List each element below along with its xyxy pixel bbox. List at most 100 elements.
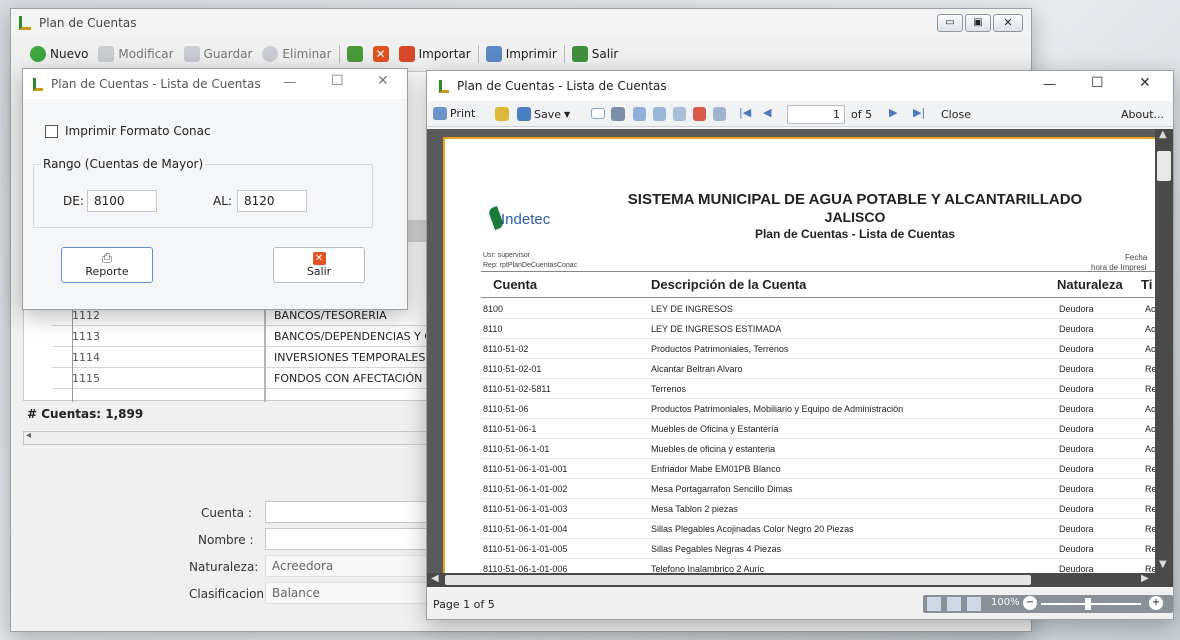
naturaleza-label: Naturaleza: — [189, 560, 259, 574]
report-cell-descripcion: Mesa Portagarrafon Sencillo Dimas — [651, 484, 793, 494]
first-page-button[interactable]: |◀ — [739, 106, 751, 119]
report-row: 8100 LEY DE INGRESOS Deudora Ac — [445, 299, 1155, 319]
report-canvas: Indetec SISTEMA MUNICIPAL DE AGUA POTABL… — [427, 129, 1155, 573]
export-icon[interactable] — [713, 107, 726, 121]
view-mode-buttons: 100% − + — [923, 595, 1173, 613]
report-vertical-scrollbar[interactable]: ▲ ▼ — [1155, 129, 1173, 573]
cuenta-field[interactable] — [265, 501, 445, 523]
find-icon[interactable] — [611, 107, 625, 121]
report-cell-descripcion: Alcantar Beltran Alvaro — [651, 364, 743, 374]
save-icon — [517, 107, 531, 121]
salir-dialog-button[interactable]: ✕ Salir — [273, 247, 365, 283]
nuevo-button[interactable]: Nuevo — [27, 43, 91, 65]
viewer-status-bar: Page 1 of 5 100% − + — [427, 589, 1173, 619]
app-icon — [439, 80, 449, 93]
viewer-title: Plan de Cuentas - Lista de Cuentas — [457, 79, 667, 93]
last-page-button[interactable]: ▶| — [913, 106, 925, 119]
page-number-input[interactable]: 1 — [787, 105, 845, 124]
one-page-view-icon[interactable] — [927, 597, 941, 611]
eliminar-button[interactable]: Eliminar — [259, 43, 334, 65]
conac-checkbox[interactable] — [45, 125, 58, 138]
report-date-label: Fecha — [1125, 253, 1148, 262]
open-folder-icon[interactable] — [495, 107, 509, 121]
maximize-button[interactable]: ☐ — [1091, 75, 1104, 91]
clasificacion-field[interactable]: Balance — [265, 582, 445, 604]
scroll-left-arrow[interactable]: ◂ — [26, 430, 31, 441]
report-row: 8110-51-02-01 Alcantar Beltran Alvaro Deud… — [445, 359, 1155, 379]
report-row: 8110-51-06-1-01-006 Telefono Inalambrico … — [445, 559, 1155, 573]
salir-button[interactable]: Salir — [569, 43, 622, 65]
zoom-out-button[interactable]: − — [1023, 596, 1037, 610]
report-row: 8110-51-06-1-01-003 Mesa Tablon 2 piezas D… — [445, 499, 1155, 519]
nombre-field[interactable] — [265, 528, 445, 550]
accounts-count: # Cuentas: 1,899 — [27, 407, 144, 421]
save-button[interactable]: Save ▼ — [517, 107, 570, 121]
report-row: 8110-51-06-1 Muebles de Oficina y Estante… — [445, 419, 1155, 439]
scroll-down-arrow[interactable]: ▼ — [1159, 559, 1167, 570]
export-excel-button[interactable] — [344, 43, 366, 65]
report-cell-descripcion: Muebles de oficina y estanteria — [651, 444, 776, 454]
email-icon[interactable] — [591, 108, 605, 119]
minimize-button[interactable]: — — [283, 75, 296, 90]
report-user: Usr: supervisor — [483, 252, 531, 259]
report-cell-cuenta: 8110-51-06-1-01-004 — [483, 524, 568, 534]
importar-button[interactable]: Importar — [396, 43, 474, 65]
cancel-x-button[interactable]: ✕ — [370, 43, 392, 65]
toc-icon[interactable] — [633, 107, 646, 121]
column-divider — [264, 306, 266, 402]
al-field[interactable]: 8120 — [237, 190, 307, 212]
scroll-thumb[interactable] — [445, 575, 1031, 585]
report-row: 8110-51-02 Productos Patrimoniales, Terre… — [445, 339, 1155, 359]
report-cell-naturaleza: Deudora — [1059, 344, 1094, 354]
close-button[interactable]: ✕ — [1139, 75, 1151, 91]
scroll-thumb[interactable] — [1157, 151, 1171, 181]
report-cell-cuenta: 8110-51-06 — [483, 404, 529, 414]
dialog-title-bar: Plan de Cuentas - Lista de Cuentas — ☐ ✕ — [23, 69, 407, 99]
report-cell-naturaleza: Deudora — [1059, 424, 1094, 434]
scroll-left-arrow[interactable]: ◀ — [431, 573, 439, 584]
edit-icon — [98, 46, 115, 62]
about-button[interactable]: About... — [1121, 108, 1164, 121]
report-cell-descripcion: LEY DE INGRESOS ESTIMADA — [651, 324, 782, 334]
close-button[interactable]: ✕ — [993, 14, 1023, 32]
guardar-button[interactable]: Guardar — [181, 43, 256, 65]
col-header-cuenta: Cuenta — [493, 277, 538, 292]
two-page-view-icon[interactable] — [947, 597, 961, 611]
next-page-button[interactable]: ▶ — [889, 106, 897, 119]
maximize-button[interactable]: ▣ — [965, 14, 991, 32]
report-horizontal-scrollbar[interactable]: ◀ ▶ — [427, 573, 1173, 587]
continuous-view-icon[interactable] — [967, 597, 981, 611]
zoom-level: 100% — [991, 597, 1020, 608]
maximize-button[interactable]: ☐ — [331, 73, 344, 89]
delete-icon — [262, 46, 279, 62]
reporte-button[interactable]: ⎙ Reporte — [61, 247, 153, 283]
zoom-in-button[interactable]: + — [1149, 596, 1163, 610]
scroll-right-arrow[interactable]: ▶ — [1141, 573, 1149, 584]
cancel-render-icon[interactable] — [693, 107, 706, 121]
naturaleza-field[interactable]: Acreedora — [265, 555, 445, 577]
minimize-button[interactable]: — — [1043, 77, 1056, 92]
page-setup-icon[interactable] — [653, 107, 666, 121]
indetec-logo: Indetec — [501, 211, 551, 228]
range-group-label: Rango (Cuentas de Mayor) — [41, 157, 206, 171]
grid-cell-desc: BANCOS/TESORERIA — [274, 309, 387, 322]
copy-icon[interactable] — [673, 107, 686, 121]
imprimir-button[interactable]: Imprimir — [483, 43, 560, 65]
zoom-slider-thumb[interactable] — [1085, 598, 1091, 610]
report-cell-descripcion: Productos Patrimoniales, Mobiliario y Eq… — [651, 404, 904, 414]
report-cell-naturaleza: Deudora — [1059, 304, 1094, 314]
print-button[interactable]: Print — [433, 107, 475, 120]
scroll-up-arrow[interactable]: ▲ — [1159, 129, 1167, 140]
zoom-slider-track[interactable] — [1041, 603, 1141, 605]
de-field[interactable]: 8100 — [87, 190, 157, 212]
report-id: Rep: rptPlanDeCuentasConac — [483, 262, 578, 269]
prev-page-button[interactable]: ◀ — [763, 106, 771, 119]
modificar-button[interactable]: Modificar — [95, 43, 176, 65]
close-button[interactable]: ✕ — [377, 73, 389, 89]
minimize-button[interactable]: ▭ — [937, 14, 963, 32]
report-cell-naturaleza: Deudora — [1059, 324, 1094, 334]
de-label: DE: — [63, 194, 84, 208]
close-report-button[interactable]: Close — [941, 108, 971, 121]
clasificacion-label: Clasificacion: — [189, 587, 269, 601]
viewer-toolbar: Print Save ▼ |◀ ◀ 1 of 5 ▶ ▶| Close Abou… — [427, 103, 1173, 127]
